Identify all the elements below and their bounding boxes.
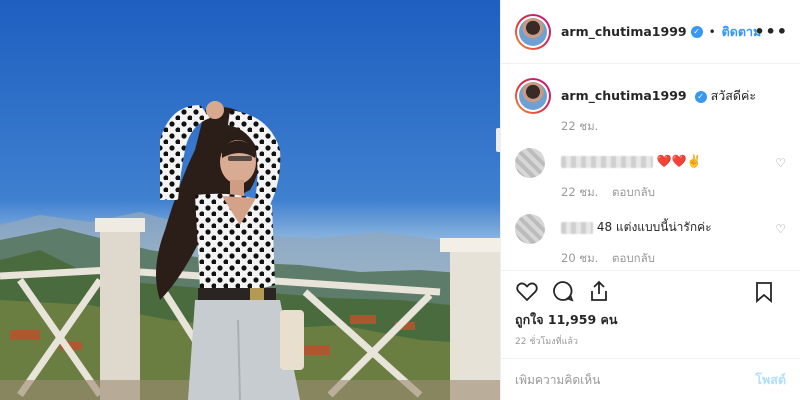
caption-timestamp: 22 ชม.	[561, 119, 599, 133]
share-icon[interactable]	[587, 279, 611, 303]
caption: arm_chutima1999 ✓ สวัสดีค่ะ	[515, 78, 786, 114]
more-options-icon[interactable]: •••	[754, 22, 788, 41]
comment-text: ❤️❤️✌️	[561, 148, 702, 168]
comment-time: 22 ชม.	[561, 185, 599, 199]
verified-badge-icon: ✓	[694, 90, 707, 103]
comment-input[interactable]	[515, 372, 756, 387]
instagram-post-view: arm_chutima1999 ✓ • ติดตาม ••• arm_chuti…	[0, 0, 800, 400]
comment-body: ❤️❤️✌️	[656, 154, 702, 168]
comment-item: 48 แต่งแบบนี้น่ารักค่ะ ♡	[515, 214, 786, 244]
post-photo[interactable]	[0, 0, 500, 400]
comments-list[interactable]: arm_chutima1999 ✓ สวัสดีค่ะ 22 ชม. ❤️❤️✌…	[501, 64, 800, 270]
heart-outline-icon[interactable]	[515, 279, 539, 303]
comment-item: ❤️❤️✌️ ♡	[515, 148, 786, 178]
comment-meta: 22 ชม. ตอบกลับ	[561, 184, 786, 202]
caption-text: arm_chutima1999 ✓ สวัสดีค่ะ	[561, 78, 756, 106]
blurred-username	[561, 155, 653, 168]
comment-bubble-icon[interactable]	[551, 279, 575, 303]
post-button[interactable]: โพสต์	[755, 370, 786, 390]
commenter-avatar[interactable]	[515, 148, 545, 178]
verified-badge-icon: ✓	[690, 25, 703, 38]
like-comment-icon[interactable]: ♡	[775, 222, 786, 236]
reply-button[interactable]: ตอบกลับ	[612, 251, 655, 265]
post-header: arm_chutima1999 ✓ • ติดตาม •••	[501, 0, 800, 64]
comment-time: 20 ชม.	[561, 251, 599, 265]
post-image	[0, 0, 500, 400]
comment-text: 48 แต่งแบบนี้น่ารักค่ะ	[561, 214, 712, 234]
like-comment-icon[interactable]: ♡	[775, 156, 786, 170]
commenter-avatar[interactable]	[515, 214, 545, 244]
action-bar	[501, 270, 800, 310]
username-link[interactable]: arm_chutima1999	[561, 24, 687, 39]
bookmark-icon[interactable]	[752, 280, 776, 304]
caption-body: สวัสดีค่ะ	[710, 88, 757, 103]
blurred-username	[561, 221, 593, 234]
avatar[interactable]	[515, 78, 551, 114]
separator-dot: •	[708, 24, 716, 39]
comment-meta: 20 ชม. ตอบกลับ	[561, 250, 786, 268]
comment-body: 48 แต่งแบบนี้น่ารักค่ะ	[596, 220, 712, 234]
add-comment-bar: โพสต์	[501, 358, 800, 400]
caption-username[interactable]: arm_chutima1999	[561, 88, 687, 103]
post-timestamp: 22 ชั่วโมงที่แล้ว	[515, 337, 578, 347]
post-details-panel: arm_chutima1999 ✓ • ติดตาม ••• arm_chuti…	[500, 0, 800, 400]
likes-count[interactable]: ถูกใจ 11,959 คน	[515, 310, 617, 330]
avatar[interactable]	[515, 13, 551, 50]
reply-button[interactable]: ตอบกลับ	[612, 185, 655, 199]
